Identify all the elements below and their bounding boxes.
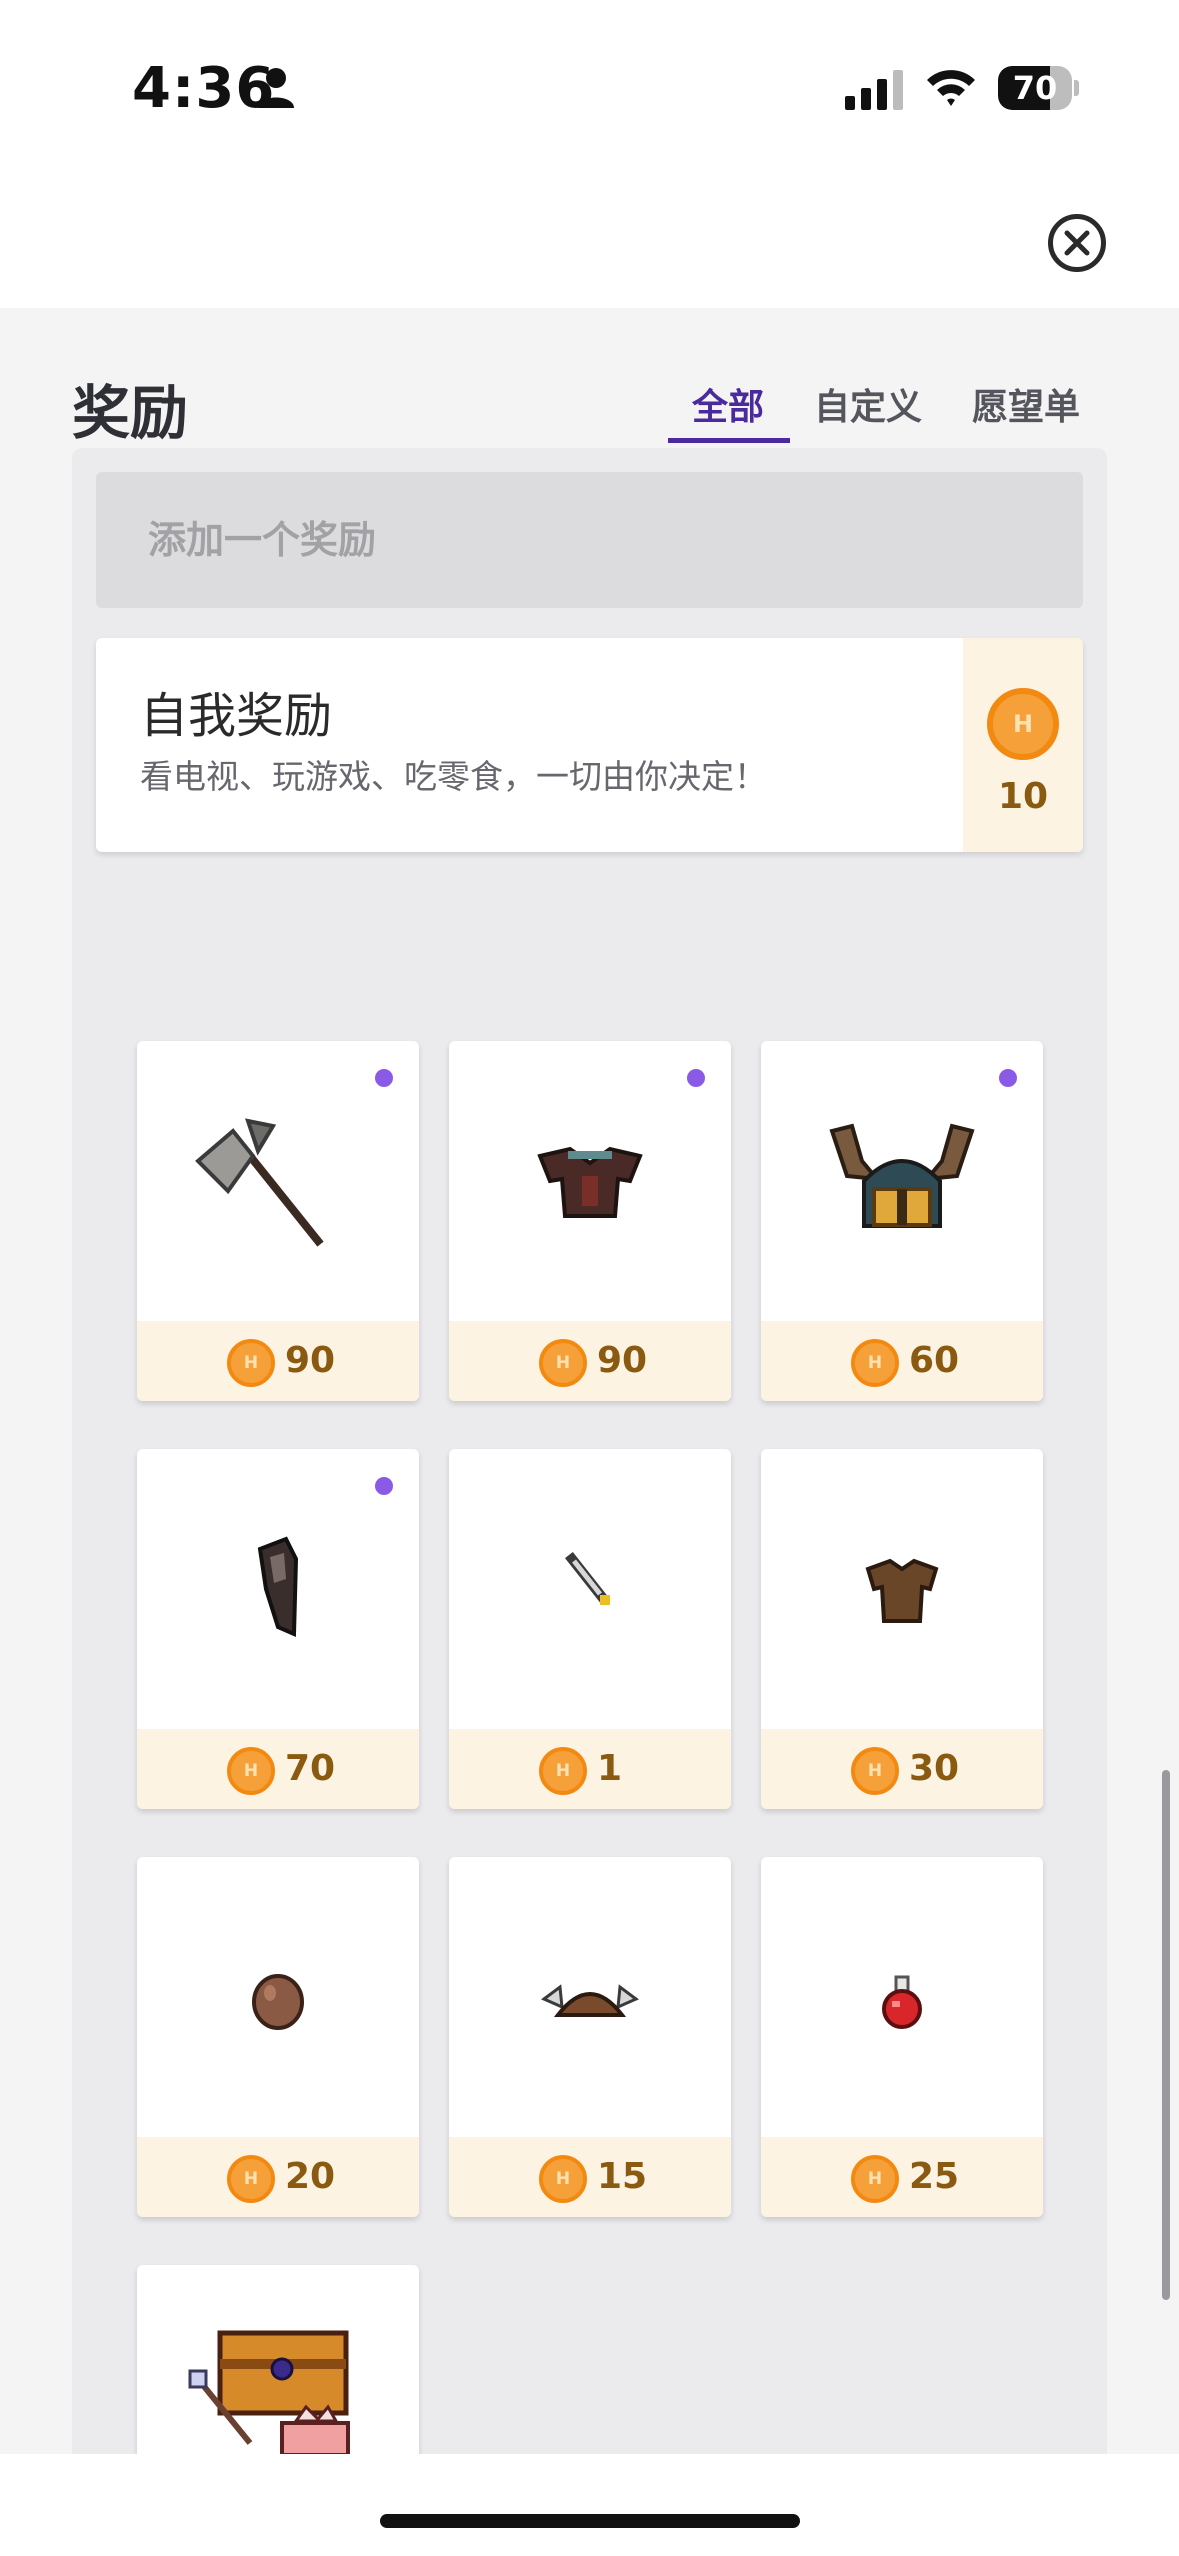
close-button[interactable]: [1048, 214, 1106, 272]
battle-axe-icon: [195, 1118, 324, 1247]
tab-wishlist[interactable]: 愿望单: [972, 378, 1080, 430]
item-price: 90: [285, 1340, 336, 1381]
treasure-chest-icon: [188, 2330, 350, 2454]
reward-item-card[interactable]: H 20: [137, 1857, 419, 2217]
price-bar: H 1: [449, 1729, 731, 1809]
reward-item-card[interactable]: H 100: [137, 2265, 419, 2454]
self-reward-price-button[interactable]: H 10: [963, 638, 1083, 852]
health-potion-icon: [882, 1975, 922, 2029]
reward-item-card[interactable]: H 30: [761, 1449, 1043, 1809]
price-bar: H 90: [137, 1321, 419, 1401]
new-item-dot: [687, 1069, 705, 1087]
coin-icon: H: [539, 1339, 587, 1387]
new-item-dot: [375, 1069, 393, 1087]
dagger-icon: [564, 1551, 610, 1605]
coin-icon: H: [539, 1747, 587, 1795]
item-price: 25: [909, 2156, 960, 2197]
price-bar: H 15: [449, 2137, 731, 2217]
tab-custom[interactable]: 自定义: [814, 378, 922, 430]
item-price: 60: [909, 1340, 960, 1381]
self-reward-title: 自我奖励: [140, 688, 333, 744]
active-tab-indicator: [668, 438, 790, 443]
wifi-icon: [927, 70, 975, 106]
price-bar: H 30: [761, 1729, 1043, 1809]
price-bar: H 25: [761, 2137, 1043, 2217]
coin-icon: H: [987, 688, 1059, 760]
self-reward-card[interactable]: 自我奖励 看电视、玩游戏、吃零食，一切由你决定！ H 10: [96, 638, 1083, 852]
page-title: 奖励: [72, 379, 189, 447]
self-reward-description: 看电视、玩游戏、吃零食，一切由你决定！: [140, 757, 767, 796]
coin-icon: H: [851, 1339, 899, 1387]
tab-all[interactable]: 全部: [692, 378, 764, 430]
reward-item-card[interactable]: H 90: [449, 1041, 731, 1401]
coin-icon: H: [227, 1339, 275, 1387]
new-item-dot: [375, 1477, 393, 1495]
price-bar: H 60: [761, 1321, 1043, 1401]
reward-item-card[interactable]: H 25: [761, 1857, 1043, 2217]
self-reward-price: 10: [997, 776, 1049, 817]
new-item-dot: [999, 1069, 1017, 1087]
scrollbar[interactable]: [1162, 1770, 1170, 2300]
viking-hat-icon: [541, 1984, 639, 2017]
item-price: 15: [597, 2156, 648, 2197]
rewards-sheet: 奖励 全部 自定义 愿望单 自我奖励 看电视、玩游戏、吃零食，一切由你决定！ H…: [0, 308, 1179, 2454]
coin-icon: H: [851, 1747, 899, 1795]
egg-icon: [252, 1974, 304, 2030]
battery-indicator: 70: [998, 66, 1079, 110]
coin-icon: H: [539, 2155, 587, 2203]
rewards-panel: 自我奖励 看电视、玩游戏、吃零食，一切由你决定！ H 10 H 90: [72, 448, 1107, 2454]
price-bar: H 70: [137, 1729, 419, 1809]
reward-item-card[interactable]: H 70: [137, 1449, 419, 1809]
reward-item-card[interactable]: H 15: [449, 1857, 731, 2217]
close-icon: [1064, 230, 1090, 256]
status-time: 4:36: [132, 56, 276, 121]
reward-item-card[interactable]: H 60: [761, 1041, 1043, 1401]
item-price: 90: [597, 1340, 648, 1381]
reward-item-card[interactable]: H 90: [137, 1041, 419, 1401]
price-bar: H 90: [449, 1321, 731, 1401]
coin-icon: H: [227, 1747, 275, 1795]
item-price: 20: [285, 2156, 336, 2197]
shield-icon: [257, 1536, 299, 1638]
item-price: 70: [285, 1748, 336, 1789]
reward-item-card[interactable]: H 1: [449, 1449, 731, 1809]
item-price: 30: [909, 1748, 960, 1789]
horned-helmet-icon: [829, 1123, 975, 1228]
add-reward-input[interactable]: [96, 472, 1083, 608]
status-bar: 4:36 70: [0, 0, 1179, 170]
item-price: 1: [597, 1748, 623, 1789]
coin-icon: H: [851, 2155, 899, 2203]
person-icon: [258, 68, 294, 108]
leather-armor-icon: [865, 1558, 939, 1623]
coin-icon: H: [227, 2155, 275, 2203]
battery-percentage: 70: [1012, 69, 1058, 107]
signal-icon: [845, 70, 903, 110]
home-indicator[interactable]: [380, 2514, 800, 2528]
armor-icon: [537, 1146, 643, 1218]
price-bar: H 20: [137, 2137, 419, 2217]
